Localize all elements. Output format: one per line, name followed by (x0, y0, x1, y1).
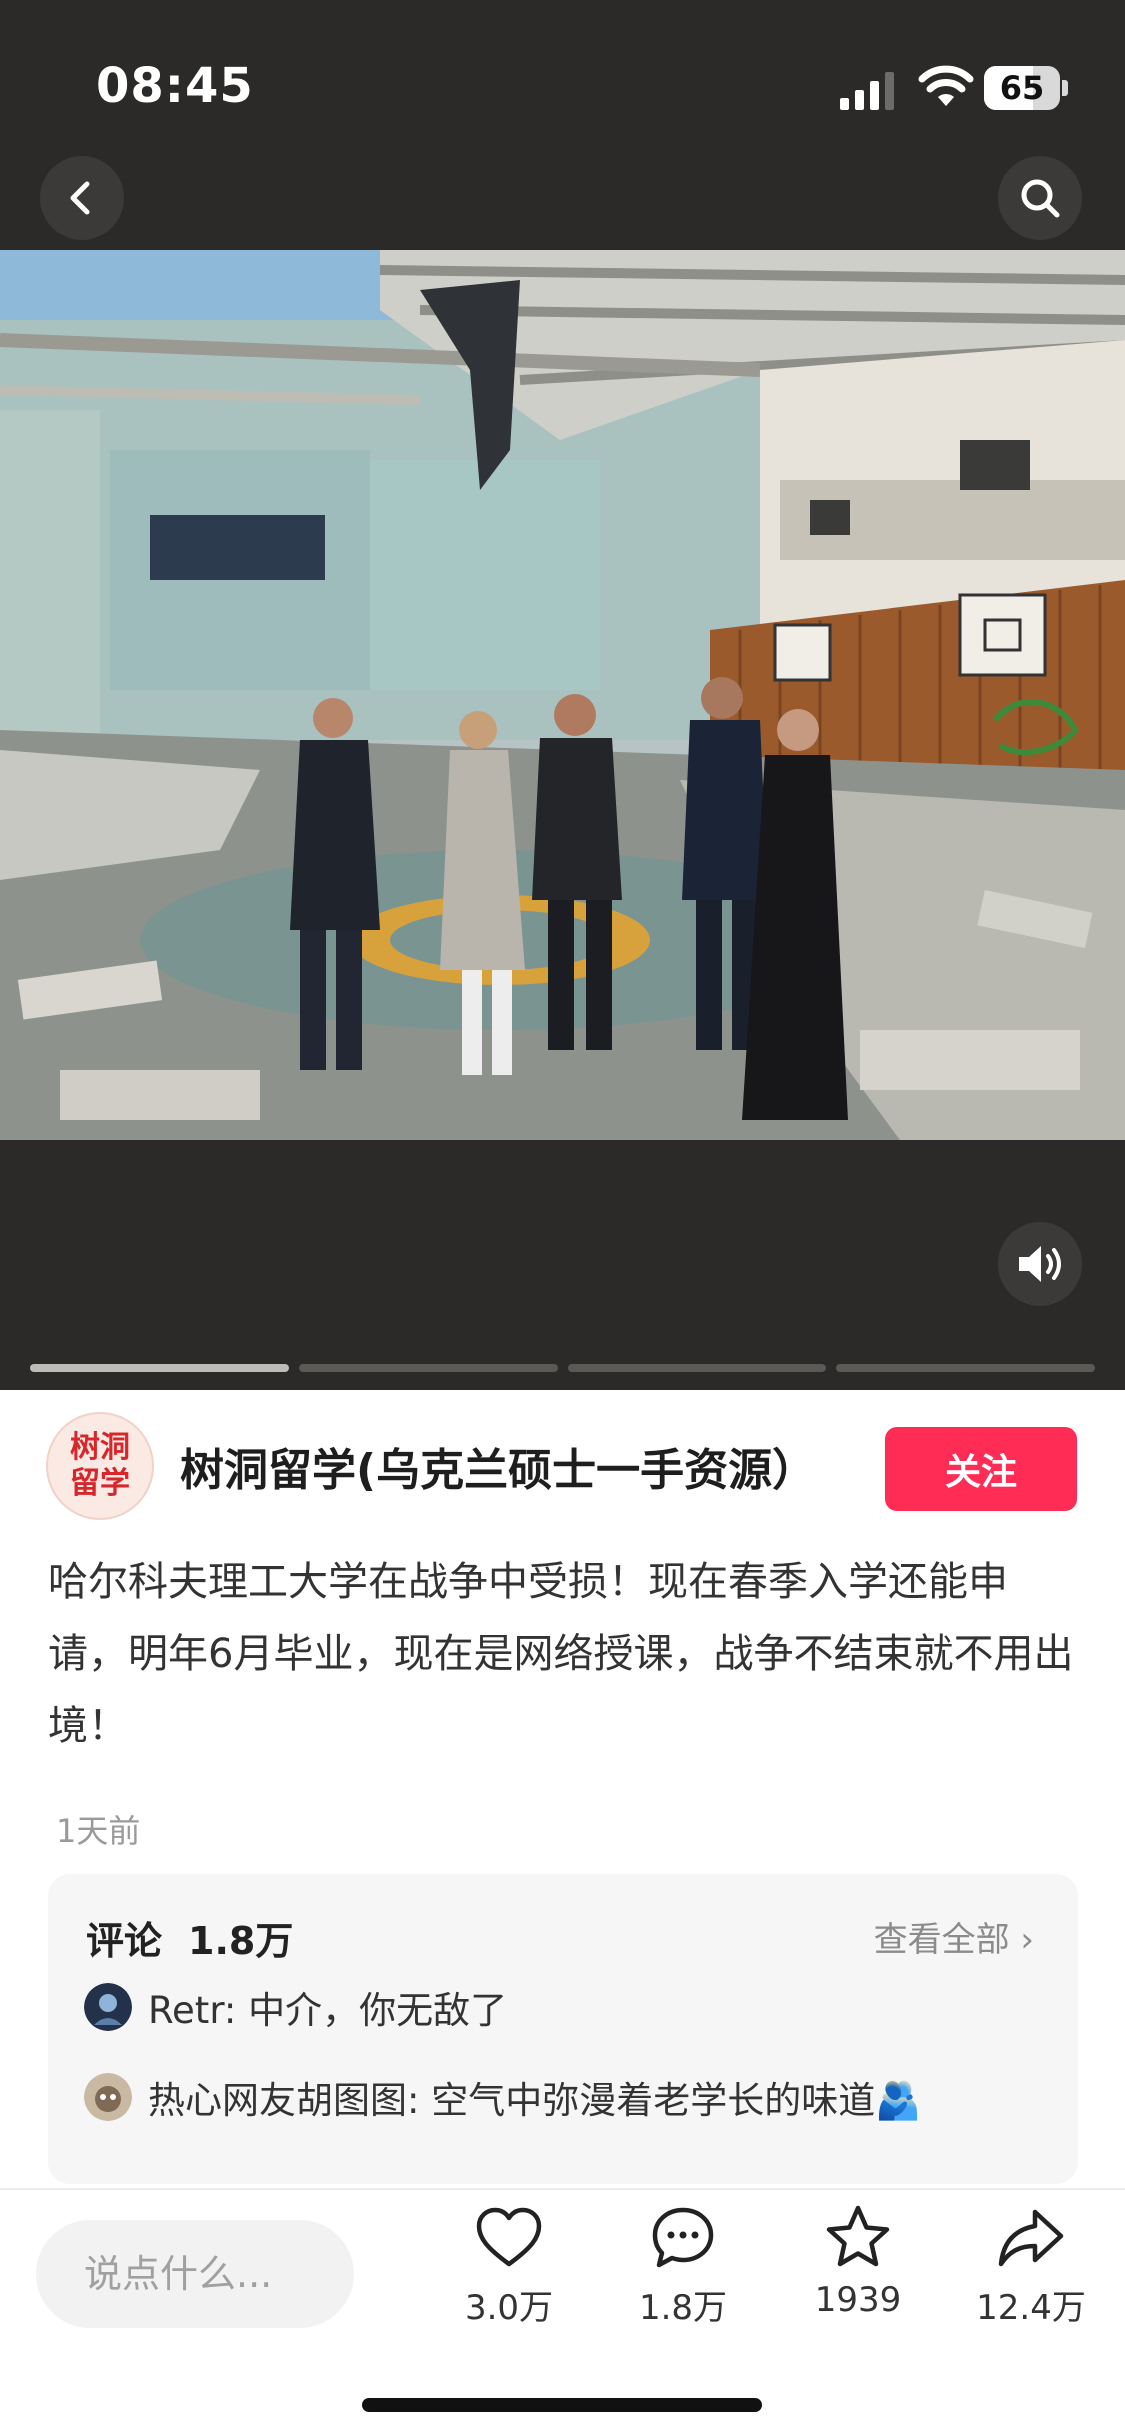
comments-title: 评论 (86, 1919, 163, 1963)
media-area: 08:45 65 (0, 0, 1125, 1390)
comment-item[interactable]: 热心网友胡图图: 空气中弥漫着老学长的味道🫂 (84, 2070, 921, 2124)
comment-button[interactable]: 1.8万 (608, 2202, 758, 2342)
sound-toggle-button[interactable] (998, 1222, 1082, 1306)
battery-percentage: 65 (999, 69, 1045, 107)
star-icon (826, 2205, 890, 2267)
status-time: 08:45 (96, 58, 254, 114)
slide-progress-segment (298, 1364, 558, 1372)
share-arrow-icon (998, 2209, 1064, 2267)
bottom-bar-divider (0, 2188, 1125, 2190)
speaker-icon (1019, 1246, 1061, 1282)
gym-ruins-image (0, 250, 1125, 1140)
home-indicator (362, 2398, 762, 2412)
post-time: 1天前 (56, 1812, 141, 1850)
share-button[interactable]: 12.4万 (956, 2202, 1106, 2342)
follow-button[interactable]: 关注 (885, 1427, 1077, 1511)
chevron-left-icon (70, 181, 90, 215)
comments-count: 1.8万 (188, 1919, 294, 1963)
comment-input[interactable] (36, 2220, 354, 2328)
back-button[interactable] (40, 156, 124, 240)
comment-text: Retr: 中介，你无敌了 (148, 1989, 508, 2032)
comment-bubble-icon (652, 2207, 714, 2268)
like-count: 3.0万 (464, 2288, 554, 2328)
wifi-icon (918, 65, 974, 106)
avatar-text-line1: 树洞 (70, 1430, 130, 1465)
collect-button[interactable]: 1939 (783, 2202, 933, 2342)
comment-text: 热心网友胡图图: 空气中弥漫着老学长的味道🫂 (148, 2079, 922, 2122)
search-button[interactable] (998, 156, 1082, 240)
like-button[interactable]: 3.0万 (434, 2202, 584, 2342)
slide-progress-segment (836, 1364, 1095, 1372)
comment-count: 1.8万 (638, 2288, 728, 2328)
author-name[interactable]: 树洞留学(乌克兰硕士一手资源） (180, 1434, 870, 1498)
view-all-comments-link[interactable]: 查看全部 › (874, 1912, 1034, 1961)
avatar-text-line2: 留学 (70, 1466, 130, 1501)
slide-progress-segment (567, 1364, 827, 1372)
collect-count: 1939 (814, 2280, 902, 2320)
commenter-avatar (84, 2073, 132, 2121)
slide-progress-segment (30, 1364, 289, 1372)
post-text: 哈尔科夫理工大学在战争中受损！现在春季入学还能申请，明年6月毕业，现在是网络授课… (48, 1559, 1074, 1749)
share-count: 12.4万 (976, 2288, 1086, 2328)
author-row: 树洞 留学 树洞留学(乌克兰硕士一手资源） 关注 (0, 1390, 1125, 1540)
cellular-signal-icon (840, 72, 894, 110)
comment-item[interactable]: Retr: 中介，你无敌了 (84, 1980, 507, 2034)
comments-preview[interactable]: 评论 1.8万 查看全部 › Retr: 中介，你无敌了 热心网友胡图图: 空气… (48, 1874, 1078, 2184)
author-avatar[interactable]: 树洞 留学 (46, 1412, 154, 1520)
slide-progress-indicator (30, 1364, 1095, 1372)
status-bar: 08:45 65 (0, 0, 1125, 150)
heart-icon (476, 2207, 542, 2267)
search-icon (1021, 179, 1060, 218)
battery-icon: 65 (984, 66, 1068, 110)
post-photo[interactable] (0, 250, 1125, 1140)
commenter-avatar (84, 1983, 132, 2031)
